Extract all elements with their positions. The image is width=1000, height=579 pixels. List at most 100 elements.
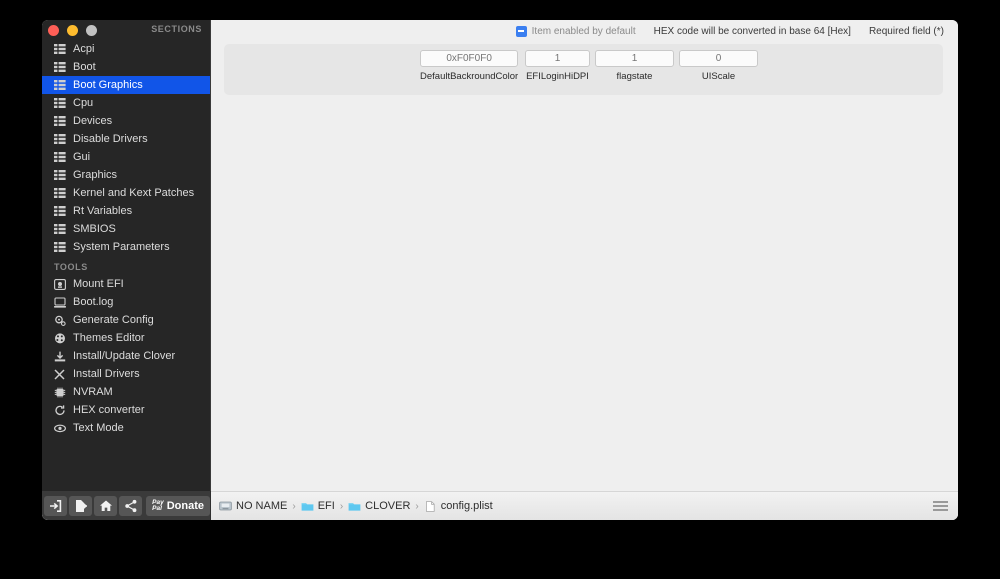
legend-required-note: Required field (*) [868,25,944,37]
field-group-EFILoginHiDPI: EFILoginHiDPI [525,50,590,82]
field-group-flagstate: flagstate [595,50,674,82]
sidebar-item-devices[interactable]: Devices [42,112,210,130]
sidebar-item-hex-converter[interactable]: HEX converter [42,401,210,419]
breadcrumb-item-clover[interactable]: CLOVER [348,500,410,512]
sidebar-item-label: SMBIOS [73,223,116,235]
tools-header-label: TOOLS [54,262,88,272]
sidebar-item-label: HEX converter [73,404,145,416]
list-icon [54,224,66,235]
sidebar-item-label: Themes Editor [73,332,145,344]
input-EFILoginHiDPI[interactable] [525,50,590,67]
sidebar-item-text-mode[interactable]: Text Mode [42,419,210,437]
sidebar-item-label: Boot [73,61,96,73]
sidebar-item-nvram[interactable]: NVRAM [42,383,210,401]
sections-list: Acpi Boot Boot Graphics Cpu Devices Disa… [42,40,210,256]
donate-button[interactable]: Pay Pal Donate [146,495,210,516]
paypal-logo-icon: Pay Pal [152,499,164,512]
sidebar-item-boot-graphics[interactable]: Boot Graphics [42,76,210,94]
sidebar-item-themes-editor[interactable]: Themes Editor [42,329,210,347]
drive-icon [219,501,232,512]
content-area: Item enabled by default HEX code will be… [211,20,958,491]
breadcrumb-separator: › [415,500,419,512]
sidebar-item-label: Gui [73,151,91,163]
paypal-logo-bottom: Pal [152,504,162,512]
sidebar-item-label: Graphics [73,169,118,181]
breadcrumb-item-config-plist[interactable]: config.plist [424,500,493,512]
sidebar-item-generate-config[interactable]: Generate Config [42,311,210,329]
label-DefaultBackroundColor: DefaultBackroundColor [420,71,519,82]
sidebar-item-kernel-and-kext-patches[interactable]: Kernel and Kext Patches [42,184,210,202]
refresh-icon [54,404,66,416]
sidebar-item-install-drivers[interactable]: Install Drivers [42,365,210,383]
list-icon [54,62,66,73]
list-icon [54,98,66,109]
list-icon [54,44,66,55]
sidebar-item-smbios[interactable]: SMBIOS [42,220,210,238]
sidebar-item-label: Install Drivers [73,368,140,380]
download-icon [54,351,66,362]
list-icon [54,242,66,253]
import-config-button[interactable] [44,495,68,516]
share-button[interactable] [119,495,143,516]
legend-hex-note: HEX code will be converted in base 64 [H… [653,25,851,37]
sidebar-item-label: Boot Graphics [73,79,143,91]
sidebar-item-label: Generate Config [73,314,154,326]
bottom-bar: Pay Pal Donate NO NAME › EFI › CLOVER › config… [42,491,958,520]
boot-graphics-form-panel: DefaultBackroundColor EFILoginHiDPI flagst… [224,44,943,95]
legend-bar: Item enabled by default HEX code will be… [211,20,958,42]
input-flagstate[interactable] [595,50,674,67]
breadcrumb-item-no-name[interactable]: NO NAME [219,500,287,512]
close-button[interactable] [48,24,59,36]
sidebar-item-label: Devices [73,115,113,127]
sidebar-item-label: Acpi [73,43,95,55]
list-icon [54,152,66,163]
list-icon [54,206,66,217]
clover-configurator-window: SECTIONS Acpi Boot Boot Graphics Cpu Dev… [42,20,958,520]
hamburger-icon[interactable] [933,501,948,511]
disk-mount-icon [54,278,66,290]
breadcrumb: NO NAME › EFI › CLOVER › config.plist [211,491,958,520]
sidebar-item-mount-efi[interactable]: Mount EFI [42,275,210,293]
field-group-DefaultBackroundColor: DefaultBackroundColor [420,50,518,82]
eye-icon [54,423,66,434]
sidebar-item-label: Install/Update Clover [73,350,176,362]
checkbox-icon [515,25,527,37]
sidebar-item-graphics[interactable]: Graphics [42,166,210,184]
zoom-button[interactable] [86,24,97,36]
sidebar-item-cpu[interactable]: Cpu [42,94,210,112]
list-icon [54,170,66,181]
list-icon [54,80,66,91]
input-DefaultBackroundColor[interactable] [420,50,519,67]
legend-enabled-by-default: Item enabled by default [515,25,636,37]
sidebar-item-label: Disable Drivers [73,133,148,145]
sidebar-item-disable-drivers[interactable]: Disable Drivers [42,130,210,148]
window-controls[interactable] [48,24,97,36]
sidebar-item-boot[interactable]: Boot [42,58,210,76]
export-config-button[interactable] [69,495,93,516]
breadcrumb-label: EFI [317,500,335,512]
chip-icon [54,387,66,398]
sidebar-item-boot-log[interactable]: Boot.log [42,293,210,311]
sidebar-item-acpi[interactable]: Acpi [42,40,210,58]
document-icon [424,500,437,512]
minimize-button[interactable] [67,24,78,36]
breadcrumb-label: CLOVER [365,500,411,512]
home-button[interactable] [94,495,118,516]
bottom-toolbar: Pay Pal Donate [42,491,211,520]
breadcrumb-item-efi[interactable]: EFI [301,500,335,512]
sidebar-item-system-parameters[interactable]: System Parameters [42,238,210,256]
sidebar-item-label: Mount EFI [73,278,124,290]
label-EFILoginHiDPI: EFILoginHiDPI [526,71,589,82]
list-icon [54,134,66,145]
list-icon [54,188,66,199]
sidebar-item-gui[interactable]: Gui [42,148,210,166]
sidebar: SECTIONS Acpi Boot Boot Graphics Cpu Dev… [42,20,211,491]
sidebar-item-install-update-clover[interactable]: Install/Update Clover [42,347,210,365]
sidebar-item-rt-variables[interactable]: Rt Variables [42,202,210,220]
input-UIScale[interactable] [679,50,758,67]
sidebar-item-label: Kernel and Kext Patches [73,187,195,199]
tools-icon [54,368,66,380]
legend-enabled-label: Item enabled by default [531,25,636,37]
window-body: SECTIONS Acpi Boot Boot Graphics Cpu Dev… [42,20,958,491]
log-file-icon [54,296,66,308]
